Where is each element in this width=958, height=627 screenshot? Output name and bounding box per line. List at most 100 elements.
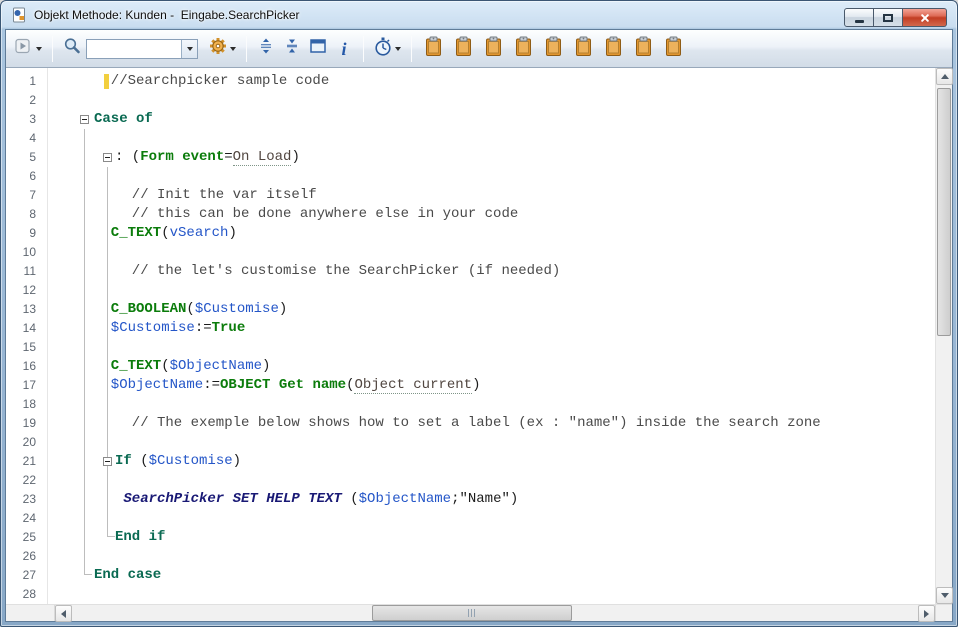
line-number[interactable]: 8 (6, 205, 36, 224)
line-number[interactable]: 19 (6, 414, 36, 433)
execute-method-button[interactable] (12, 35, 45, 63)
maximize-button[interactable] (874, 8, 903, 27)
scroll-down-button[interactable] (936, 587, 953, 604)
code-line-8[interactable]: 8// this can be done anywhere else in yo… (6, 205, 935, 224)
clipboard-button-4[interactable] (511, 35, 535, 63)
line-number[interactable]: 12 (6, 281, 36, 300)
clipboard-button-9[interactable] (661, 35, 685, 63)
code-line-28[interactable]: 28 (6, 585, 935, 604)
minimize-button[interactable] (844, 8, 874, 27)
line-number[interactable]: 26 (6, 547, 36, 566)
scroll-up-button[interactable] (936, 68, 953, 85)
clipboard-button-5[interactable] (541, 35, 565, 63)
token-command: C_TEXT (111, 225, 161, 241)
line-number[interactable]: 28 (6, 585, 36, 604)
token-plain: ) (291, 149, 299, 165)
code-line-25[interactable]: 25End if (6, 528, 935, 547)
line-number[interactable]: 5 (6, 148, 36, 167)
combobox-dropdown-button[interactable] (181, 40, 197, 58)
line-number[interactable]: 3 (6, 110, 36, 129)
code-line-3[interactable]: 3Case of (6, 110, 935, 129)
line-number[interactable]: 16 (6, 357, 36, 376)
line-number[interactable]: 14 (6, 319, 36, 338)
line-number[interactable]: 25 (6, 528, 36, 547)
timer-button[interactable] (371, 35, 404, 63)
code-editor[interactable]: 1//Searchpicker sample code23Case of45: … (6, 68, 952, 604)
expand-all-button[interactable] (254, 35, 278, 63)
scroll-left-button[interactable] (55, 605, 72, 622)
token-plain: := (195, 320, 212, 336)
code-line-27[interactable]: 27End case (6, 566, 935, 585)
line-number[interactable]: 21 (6, 452, 36, 471)
code-line-6[interactable]: 6 (6, 167, 935, 186)
token-plain: ) (262, 358, 270, 374)
code-line-18[interactable]: 18 (6, 395, 935, 414)
clipboard-button-8[interactable] (631, 35, 655, 63)
code-line-1[interactable]: 1//Searchpicker sample code (6, 72, 935, 91)
clipboard-button-6[interactable] (571, 35, 595, 63)
line-number[interactable]: 23 (6, 490, 36, 509)
line-number[interactable]: 10 (6, 243, 36, 262)
macros-button[interactable] (206, 35, 239, 63)
code-line-9[interactable]: 9C_TEXT(vSearch) (6, 224, 935, 243)
line-number[interactable]: 24 (6, 509, 36, 528)
code-line-26[interactable]: 26 (6, 547, 935, 566)
code-line-14[interactable]: 14$Customise:=True (6, 319, 935, 338)
code-line-22[interactable]: 22 (6, 471, 935, 490)
clipboard-button-3[interactable] (481, 35, 505, 63)
line-number[interactable]: 18 (6, 395, 36, 414)
fold-collapse-icon[interactable] (103, 153, 112, 162)
vertical-scrollbar[interactable] (935, 68, 952, 604)
clipboard-button-2[interactable] (451, 35, 475, 63)
code-line-2[interactable]: 2 (6, 91, 935, 110)
code-line-20[interactable]: 20 (6, 433, 935, 452)
line-number[interactable]: 11 (6, 262, 36, 281)
fold-collapse-icon[interactable] (80, 115, 89, 124)
horizontal-scrollbar[interactable] (72, 605, 918, 621)
code-line-4[interactable]: 4 (6, 129, 935, 148)
clipboard-button-1[interactable] (421, 35, 445, 63)
vertical-scroll-thumb[interactable] (937, 88, 951, 336)
titlebar[interactable]: Objekt Methode: Kunden - Eingabe.SearchP… (5, 1, 953, 29)
line-number[interactable]: 4 (6, 129, 36, 148)
line-number[interactable]: 27 (6, 566, 36, 585)
line-number[interactable]: 7 (6, 186, 36, 205)
info-button[interactable]: i (332, 35, 356, 63)
close-button[interactable] (903, 8, 947, 27)
line-number[interactable]: 17 (6, 376, 36, 395)
line-number[interactable]: 9 (6, 224, 36, 243)
code-area[interactable]: 1//Searchpicker sample code23Case of45: … (6, 68, 935, 604)
search-combobox[interactable] (86, 39, 198, 59)
code-line-23[interactable]: 23SearchPicker SET HELP TEXT ($ObjectNam… (6, 490, 935, 509)
code-line-12[interactable]: 12 (6, 281, 935, 300)
line-number[interactable]: 13 (6, 300, 36, 319)
search-input[interactable] (87, 40, 181, 58)
search-button[interactable] (60, 35, 84, 63)
line-number[interactable]: 15 (6, 338, 36, 357)
code-line-10[interactable]: 10 (6, 243, 935, 262)
clipboard-button-7[interactable] (601, 35, 625, 63)
code-line-11[interactable]: 11// the let's customise the SearchPicke… (6, 262, 935, 281)
token-variable: $Customise (149, 453, 233, 469)
horizontal-scroll-thumb[interactable] (372, 605, 572, 621)
full-window-button[interactable] (306, 35, 330, 63)
code-line-5[interactable]: 5: (Form event=On Load) (6, 148, 935, 167)
line-number[interactable]: 22 (6, 471, 36, 490)
line-number[interactable]: 6 (6, 167, 36, 186)
token-variable: vSearch (170, 225, 229, 241)
line-number[interactable]: 2 (6, 91, 36, 110)
code-line-7[interactable]: 7// Init the var itself (6, 186, 935, 205)
code-line-24[interactable]: 24 (6, 509, 935, 528)
fold-collapse-icon[interactable] (103, 457, 112, 466)
code-line-19[interactable]: 19// The exemple below shows how to set … (6, 414, 935, 433)
line-number[interactable]: 20 (6, 433, 36, 452)
line-number[interactable]: 1 (6, 72, 36, 91)
code-line-16[interactable]: 16C_TEXT($ObjectName) (6, 357, 935, 376)
code-line-15[interactable]: 15 (6, 338, 935, 357)
code-line-13[interactable]: 13C_BOOLEAN($Customise) (6, 300, 935, 319)
toolbar-separator (411, 36, 412, 62)
code-line-17[interactable]: 17$ObjectName:=OBJECT Get name(Object cu… (6, 376, 935, 395)
code-line-21[interactable]: 21If ($Customise) (6, 452, 935, 471)
scroll-right-button[interactable] (918, 605, 935, 622)
collapse-all-button[interactable] (280, 35, 304, 63)
